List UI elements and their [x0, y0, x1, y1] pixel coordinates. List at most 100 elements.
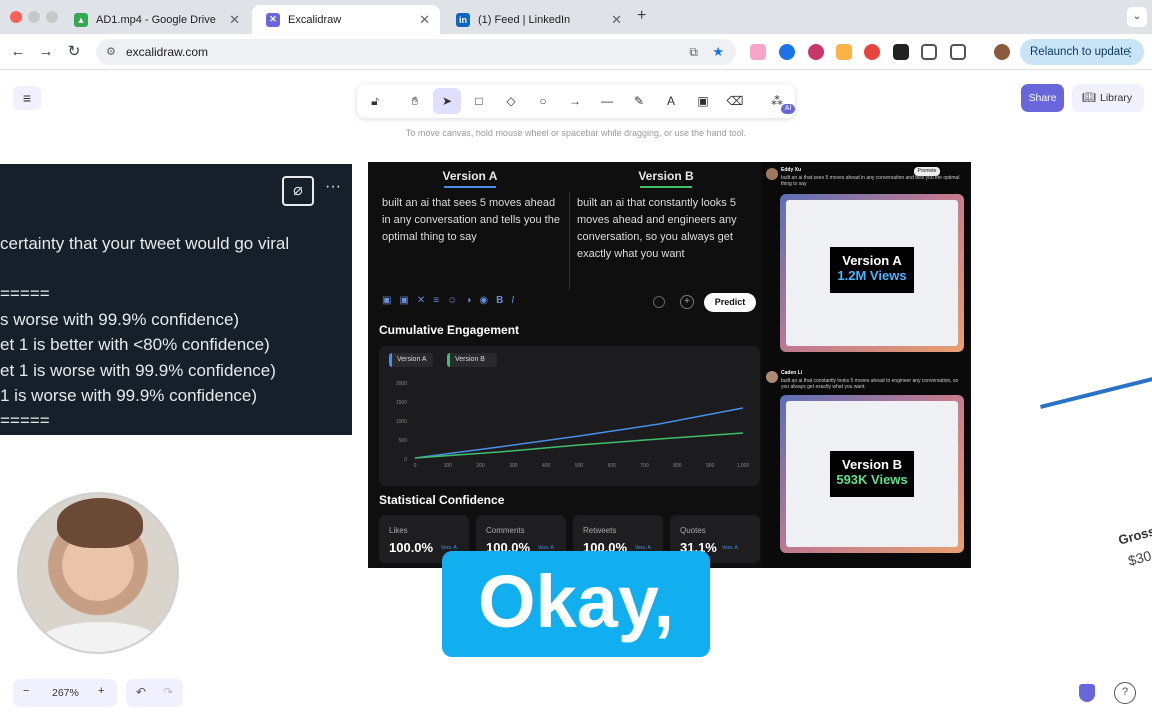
tab-google-drive[interactable]: ▲ AD1.mp4 - Google Drive ✕ [60, 5, 250, 34]
predict-button[interactable]: Predict [704, 293, 756, 312]
zoom-out-button[interactable]: − [23, 685, 29, 697]
tab-search-button[interactable]: ⌄ [1127, 7, 1147, 27]
relaunch-button[interactable]: Relaunch to update ⋮ [1020, 39, 1144, 65]
tweet-text: built an ai that constantly looks 5 move… [781, 378, 959, 390]
profile-avatar[interactable] [994, 44, 1010, 60]
add-icon[interactable]: + [680, 295, 694, 309]
zoom-level[interactable]: 267% [52, 687, 79, 699]
redo-icon[interactable]: ↷ [163, 685, 173, 699]
reload-icon[interactable]: ↻ [64, 42, 84, 62]
draw-tool-icon[interactable]: ✎ [625, 88, 653, 114]
browser-tab-bar: ▲ AD1.mp4 - Google Drive ✕ ✕ Excalidraw … [0, 0, 1152, 34]
close-window-button[interactable] [10, 11, 22, 23]
stat-sub: Vers. A [722, 545, 738, 551]
tab-excalidraw[interactable]: ✕ Excalidraw ✕ [252, 5, 440, 34]
version-a-text: built an ai that sees 5 moves ahead in a… [382, 197, 560, 243]
result-line: et 1 is worse with 99.9% confidence) [0, 361, 276, 380]
more-icon: ··· [325, 178, 341, 195]
lock-icon[interactable]: 🔓︎ [361, 88, 389, 114]
extension-icon[interactable] [893, 44, 909, 60]
address-bar[interactable]: ⚙ excalidraw.com ⧉ ★ [96, 39, 736, 65]
library-button[interactable]: 📖︎ Library [1072, 84, 1144, 112]
series-line-version-a [414, 407, 744, 459]
bookmark-star-icon[interactable]: ★ [712, 39, 724, 65]
extension-icon[interactable] [750, 44, 766, 60]
tweet-author: Caden Li [781, 370, 803, 376]
rectangle-tool-icon[interactable]: □ [465, 88, 493, 114]
views-version: Version B [842, 457, 902, 472]
arrow-tool-icon[interactable]: → [561, 88, 589, 114]
x-tick: 1,000 [737, 463, 750, 469]
image-tool-icon[interactable]: ▣ [689, 88, 717, 114]
cumulative-engagement-title: Cumulative Engagement [379, 323, 520, 337]
back-icon[interactable]: ← [8, 42, 28, 62]
result-divider: ===== [0, 284, 50, 303]
extension-icon[interactable] [779, 44, 795, 60]
line-tool-icon[interactable]: — [593, 88, 621, 114]
diamond-tool-icon[interactable]: ◇ [497, 88, 525, 114]
library-icon: 📖︎ [1082, 92, 1096, 104]
x-tick: 100 [444, 463, 453, 469]
close-icon[interactable]: ✕ [419, 12, 430, 28]
tab-linkedin[interactable]: in (1) Feed | LinkedIn ✕ [442, 5, 632, 34]
stat-label: Quotes [680, 526, 706, 535]
comparison-screenshot[interactable]: Version A Version B built an ai that see… [368, 162, 971, 568]
y-tick: 500 [399, 438, 408, 444]
canvas-hint: To move canvas, hold mouse wheel or spac… [405, 128, 747, 138]
version-a-heading: Version A [442, 169, 498, 183]
extension-icon[interactable] [808, 44, 824, 60]
tweet-card-b: Caden Li built an ai that constantly loo… [762, 367, 970, 568]
eraser-tool-icon[interactable]: ⌫ [721, 88, 749, 114]
close-icon[interactable]: ✕ [611, 12, 622, 28]
tweet-card-a: Eddy Xu Promote built an ai that sees 5 … [762, 162, 970, 367]
extensions-puzzle-icon[interactable] [950, 44, 966, 60]
grok-icon: ⌀ [282, 176, 314, 206]
tab-title: AD1.mp4 - Google Drive [96, 13, 216, 26]
hair [57, 498, 143, 548]
views-count: 593K Views [836, 472, 908, 487]
zoom-controls: − 267% + [13, 679, 117, 707]
views-version: Version A [842, 253, 902, 268]
zoom-in-button[interactable]: + [98, 685, 104, 697]
hand-tool-icon[interactable]: ✋︎ [401, 88, 429, 114]
stat-label: Comments [486, 526, 525, 535]
x-tick: 800 [673, 463, 682, 469]
url-text: excalidraw.com [126, 45, 209, 59]
tweet-result-image[interactable]: ⌀ ··· certainty that your tweet would go… [0, 164, 352, 435]
site-info-icon[interactable]: ⚙ [106, 39, 116, 65]
extension-icon[interactable] [864, 44, 880, 60]
extension-icon[interactable] [921, 44, 937, 60]
help-icon[interactable]: ? [1114, 682, 1136, 704]
main-menu-button[interactable]: ≡ [13, 86, 41, 110]
share-button[interactable]: Share [1021, 84, 1064, 112]
text-tool-icon[interactable]: A [657, 88, 685, 114]
webcam-overlay [17, 492, 179, 654]
excalidraw-icon: ✕ [266, 12, 280, 27]
views-box: Version B 593K Views [830, 451, 914, 497]
undo-icon[interactable]: ↶ [136, 685, 146, 699]
forward-icon[interactable]: → [36, 42, 56, 62]
close-icon[interactable]: ✕ [229, 12, 240, 28]
editor-format-icons: ▣▣✕≡☺◑◉BI [382, 295, 523, 306]
y-tick: 2000 [396, 381, 407, 387]
selection-tool-icon[interactable]: ➤ [433, 88, 461, 114]
cast-icon[interactable]: ⧉ [689, 39, 698, 65]
google-drive-icon: ▲ [74, 12, 88, 27]
result-line: et 1 is better with <80% confidence) [0, 335, 270, 354]
tab-title: Excalidraw [288, 13, 342, 26]
shield-icon[interactable] [1079, 684, 1095, 702]
minimize-window-button[interactable] [28, 11, 40, 23]
extension-icon[interactable] [836, 44, 852, 60]
new-tab-button[interactable]: + [637, 7, 646, 25]
browser-toolbar: ← → ↻ ⚙ excalidraw.com ⧉ ★ Relaunch to u… [0, 34, 1152, 70]
maximize-window-button[interactable] [46, 11, 58, 23]
avatar [766, 168, 778, 180]
ellipse-tool-icon[interactable]: ○ [529, 88, 557, 114]
engagement-chart: Version A Version B 2000 1500 1000 500 0… [379, 346, 760, 486]
linkedin-icon: in [456, 12, 470, 27]
stat-value: 100.0% [389, 540, 434, 555]
more-menu-icon[interactable]: ⋮ [1124, 39, 1136, 65]
version-b-heading: Version B [638, 169, 694, 183]
y-tick: 1500 [396, 400, 407, 406]
result-line: certainty that your tweet would go viral [0, 234, 290, 253]
